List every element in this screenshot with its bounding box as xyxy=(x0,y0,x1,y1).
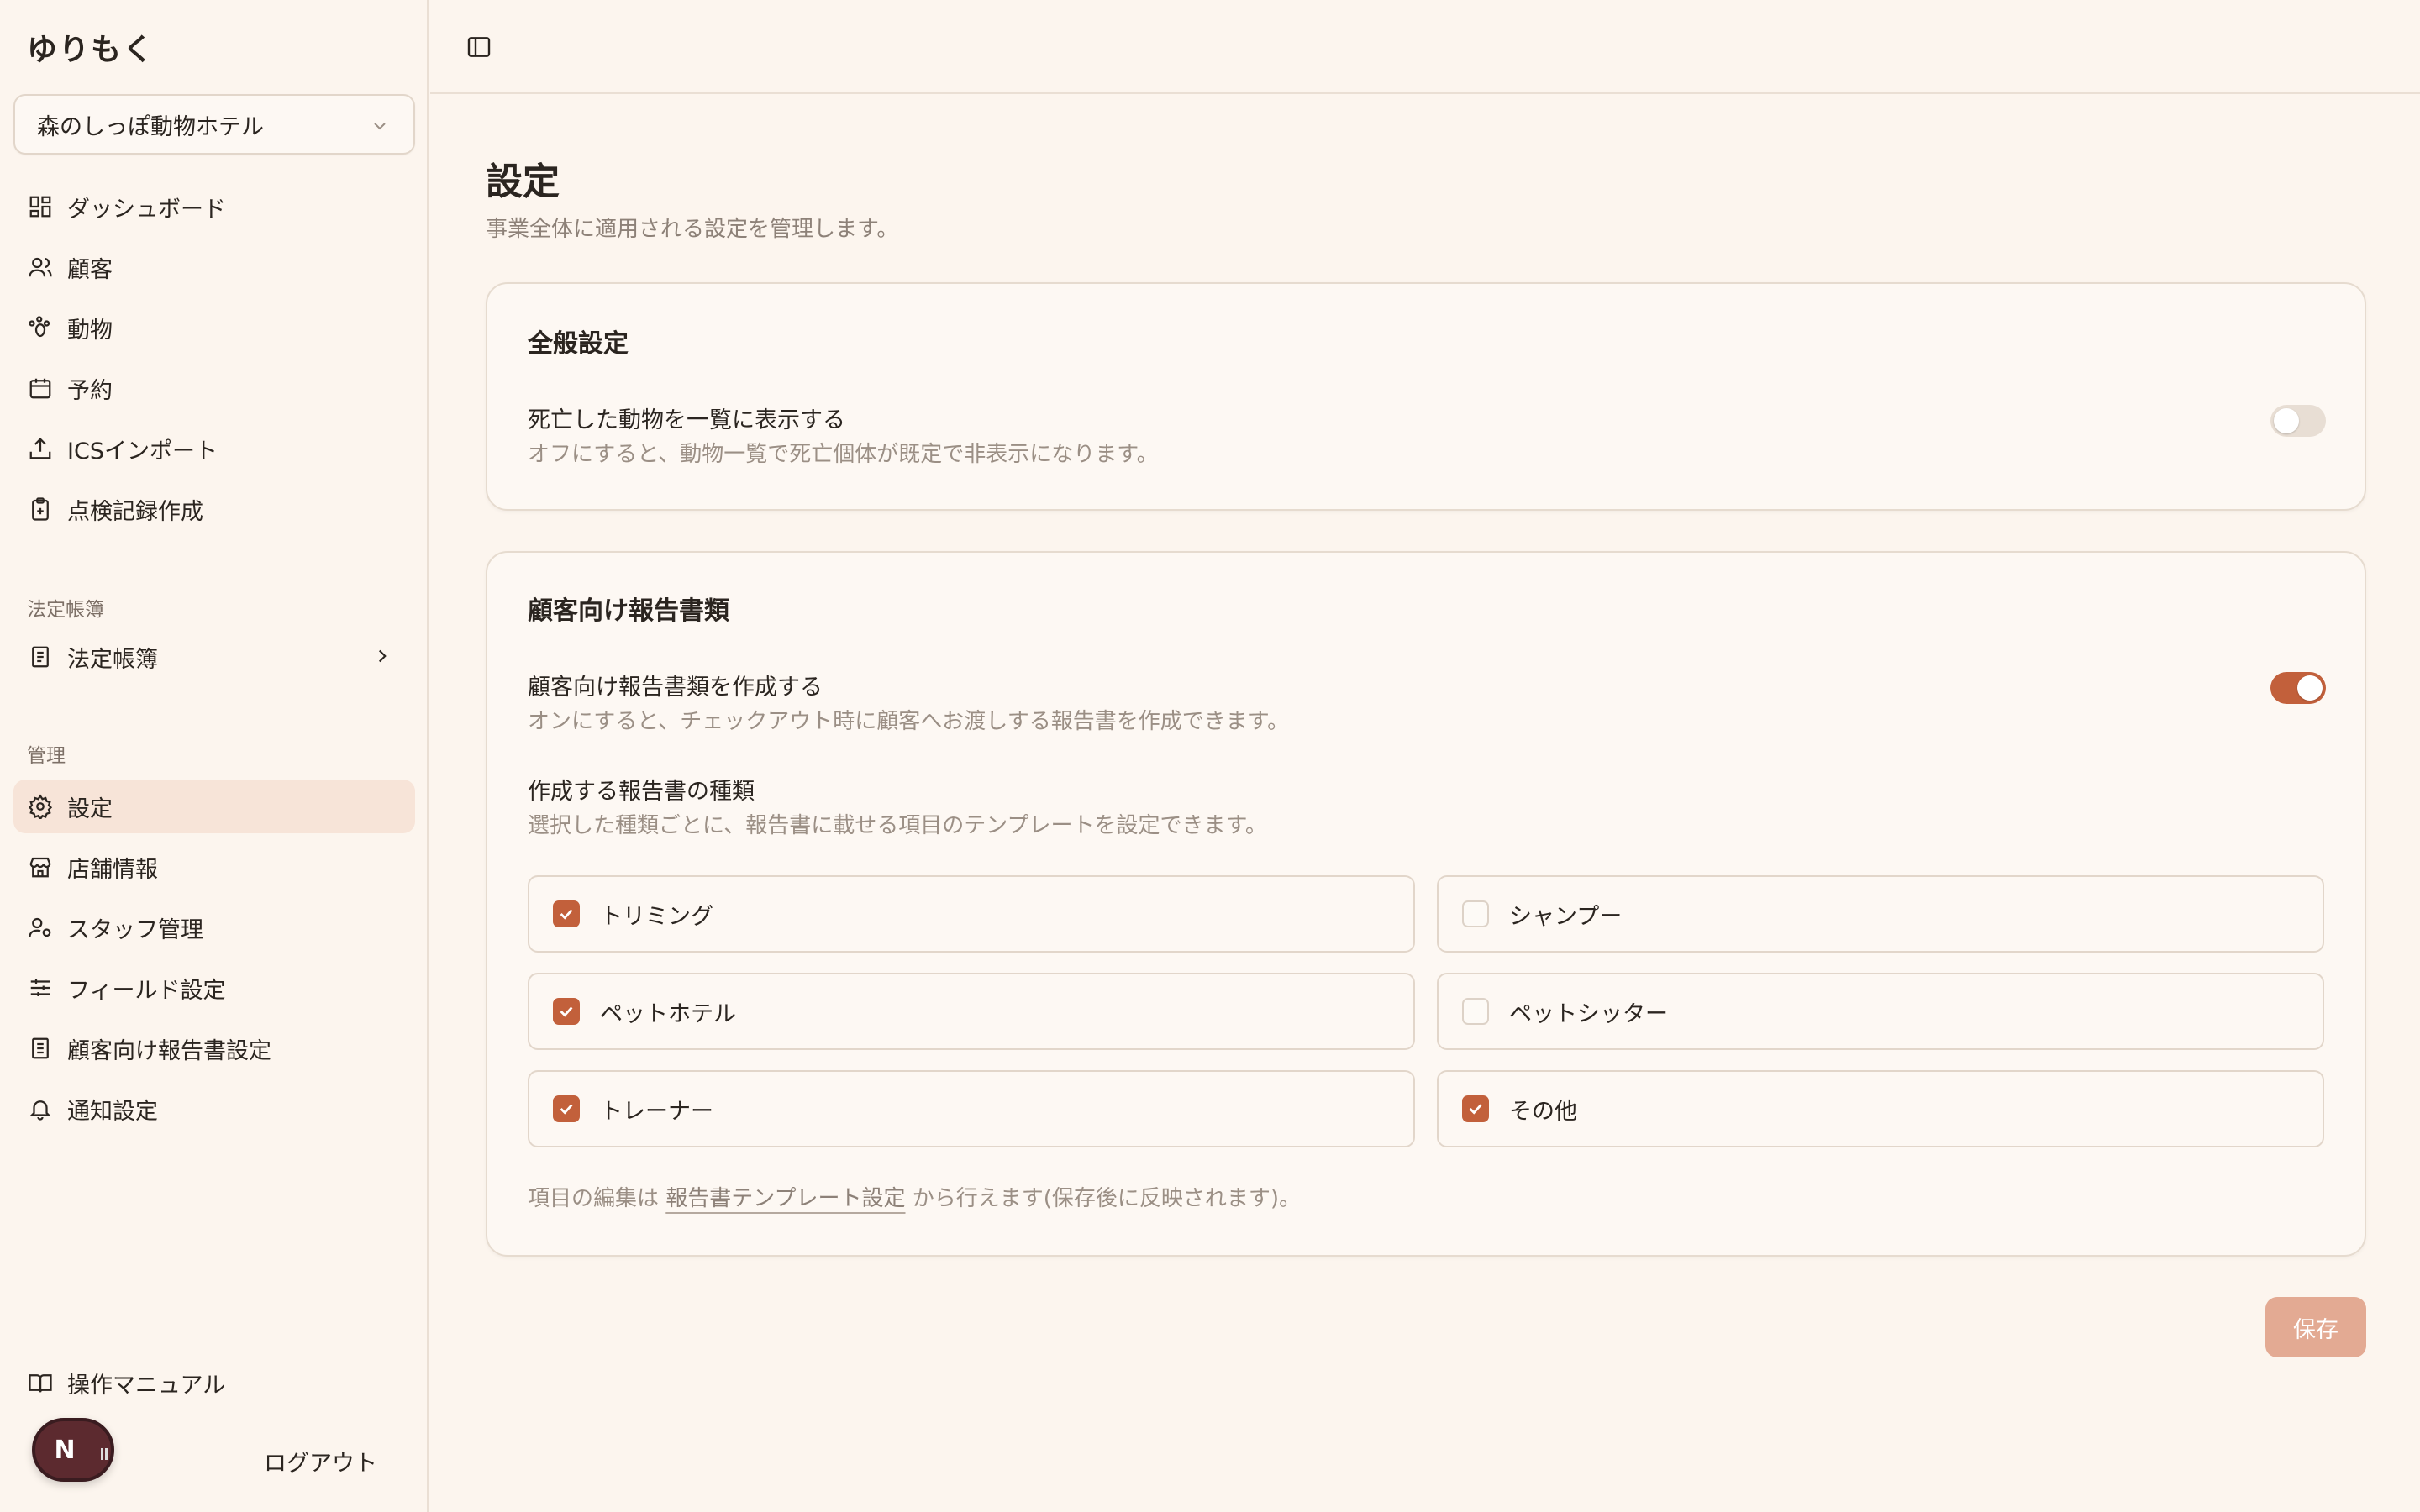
book-open-icon xyxy=(27,1369,54,1396)
chevron-right-icon xyxy=(378,649,387,663)
page-subtitle: 事業全体に適用される設定を管理します。 xyxy=(486,217,899,242)
checkbox-label: シャンプー xyxy=(1509,903,1623,930)
checkbox-label: トレーナー xyxy=(600,1098,713,1125)
toggle-knob xyxy=(2274,408,2299,433)
sidebar-item-store-info[interactable]: 店舗情報 xyxy=(13,840,415,894)
checkbox-checked-icon xyxy=(553,998,580,1025)
dashboard-icon xyxy=(27,193,54,220)
sidebar-item-label: ダッシュボード xyxy=(67,196,226,223)
chevron-down-icon xyxy=(374,123,386,130)
report-template-settings-link[interactable]: 報告書テンプレート設定 xyxy=(666,1186,905,1211)
sidebar-item-reservations[interactable]: 予約 xyxy=(13,361,415,415)
checkbox-unchecked-icon xyxy=(1462,998,1489,1025)
users-icon xyxy=(27,254,54,281)
sidebar-item-label: 顧客向け報告書設定 xyxy=(67,1037,271,1064)
report-types-label: 作成する報告書の種類 xyxy=(528,779,755,805)
report-type-pet-sitter[interactable]: ペットシッター xyxy=(1437,973,2324,1050)
sidebar-item-label: 予約 xyxy=(67,377,113,404)
sidebar: ゆりもく 森のしっぽ動物ホテル ダッシュボード 顧客 動物 予約 ICSインポー… xyxy=(0,0,429,1512)
checkbox-checked-icon xyxy=(1462,1095,1489,1122)
paw-icon xyxy=(27,314,54,341)
sidebar-item-customers[interactable]: 顧客 xyxy=(13,240,415,294)
sidebar-item-label: 通知設定 xyxy=(67,1098,158,1125)
setting-label: 死亡した動物を一覧に表示する xyxy=(528,407,845,433)
sidebar-item-label: フィールド設定 xyxy=(67,977,226,1004)
template-footnote: 項目の編集は 報告書テンプレート設定 から行えます(保存後に反映されます)。 xyxy=(528,1181,1301,1212)
sidebar-toggle-icon[interactable] xyxy=(466,34,492,60)
upload-icon xyxy=(27,435,54,462)
report-type-shampoo[interactable]: シャンプー xyxy=(1437,875,2324,953)
sidebar-item-label: 顧客 xyxy=(67,256,113,283)
general-settings-card: 全般設定 死亡した動物を一覧に表示する オフにすると、動物一覧で死亡個体が既定で… xyxy=(486,282,2366,511)
brand-logo: ゆりもく xyxy=(27,33,155,67)
report-type-pet-hotel[interactable]: ペットホテル xyxy=(528,973,1415,1050)
book-icon xyxy=(27,643,54,670)
sidebar-item-label: 店舗情報 xyxy=(67,856,158,883)
save-button[interactable]: 保存 xyxy=(2265,1297,2366,1357)
sidebar-item-staff[interactable]: スタッフ管理 xyxy=(13,900,415,954)
checkbox-unchecked-icon xyxy=(1462,900,1489,927)
sidebar-item-notifications[interactable]: 通知設定 xyxy=(13,1082,415,1136)
page-title: 設定 xyxy=(486,160,560,203)
report-types-description: 選択した種類ごとに、報告書に載せる項目のテンプレートを設定できます。 xyxy=(528,813,1267,838)
report-type-other[interactable]: その他 xyxy=(1437,1070,2324,1147)
drag-handle-icon xyxy=(101,1448,108,1460)
sidebar-item-inspection[interactable]: 点検記録作成 xyxy=(13,482,415,536)
bell-icon xyxy=(27,1095,54,1122)
checkbox-label: ペットシッター xyxy=(1509,1000,1668,1027)
footnote-suffix: から行えます(保存後に反映されます)。 xyxy=(912,1186,1302,1211)
checkbox-label: トリミング xyxy=(600,903,713,930)
setting-description: オンにすると、チェックアウト時に顧客へお渡しする報告書を作成できます。 xyxy=(528,709,1290,734)
calendar-icon xyxy=(27,375,54,402)
footnote-prefix: 項目の編集は xyxy=(528,1186,660,1211)
sidebar-item-label: 法定帳簿 xyxy=(67,646,158,673)
sidebar-item-ics-import[interactable]: ICSインポート xyxy=(13,422,415,475)
toggle-knob xyxy=(2297,675,2323,701)
sidebar-item-settings[interactable]: 設定 xyxy=(13,780,415,833)
top-bar xyxy=(430,0,2420,94)
receipt-icon xyxy=(27,1035,54,1062)
store-icon xyxy=(27,853,54,880)
show-deceased-toggle[interactable] xyxy=(2270,405,2326,437)
checkbox-checked-icon xyxy=(553,900,580,927)
card-title: 顧客向け報告書類 xyxy=(528,596,729,626)
sliders-icon xyxy=(27,974,54,1001)
checkbox-checked-icon xyxy=(553,1095,580,1122)
store-select-value: 森のしっぽ動物ホテル xyxy=(37,113,264,140)
sidebar-item-report-settings[interactable]: 顧客向け報告書設定 xyxy=(13,1021,415,1075)
sidebar-item-label: 点検記録作成 xyxy=(67,498,203,525)
sidebar-item-label: ICSインポート xyxy=(67,438,218,465)
logout-button[interactable]: ログアウト xyxy=(264,1445,377,1478)
checkbox-label: その他 xyxy=(1509,1098,1577,1125)
section-label-ledger: 法定帳簿 xyxy=(27,599,104,621)
setting-label: 顧客向け報告書類を作成する xyxy=(528,675,823,701)
store-select[interactable]: 森のしっぽ動物ホテル xyxy=(13,94,415,155)
sidebar-item-label: 設定 xyxy=(67,795,113,822)
sidebar-item-label: 操作マニュアル xyxy=(67,1372,226,1399)
customer-reports-card: 顧客向け報告書類 顧客向け報告書類を作成する オンにすると、チェックアウト時に顧… xyxy=(486,551,2366,1257)
report-type-trimming[interactable]: トリミング xyxy=(528,875,1415,953)
avatar-initial: N xyxy=(54,1435,76,1465)
sidebar-item-animals[interactable]: 動物 xyxy=(13,301,415,354)
create-reports-toggle[interactable] xyxy=(2270,672,2326,704)
sidebar-item-ledger[interactable]: 法定帳簿 xyxy=(13,630,415,684)
section-label-admin: 管理 xyxy=(27,745,66,767)
card-title: 全般設定 xyxy=(528,329,629,359)
checkbox-label: ペットホテル xyxy=(600,1000,736,1027)
sidebar-item-label: 動物 xyxy=(67,317,113,344)
report-type-trainer[interactable]: トレーナー xyxy=(528,1070,1415,1147)
clipboard-plus-icon xyxy=(27,496,54,522)
sidebar-item-manual[interactable]: 操作マニュアル xyxy=(13,1356,415,1410)
sidebar-item-dashboard[interactable]: ダッシュボード xyxy=(13,180,415,234)
sidebar-item-label: スタッフ管理 xyxy=(67,916,203,943)
gear-icon xyxy=(27,793,54,820)
user-cog-icon xyxy=(27,914,54,941)
setting-description: オフにすると、動物一覧で死亡個体が既定で非表示になります。 xyxy=(528,442,1159,467)
avatar[interactable]: N xyxy=(32,1418,114,1482)
sidebar-item-fields[interactable]: フィールド設定 xyxy=(13,961,415,1015)
